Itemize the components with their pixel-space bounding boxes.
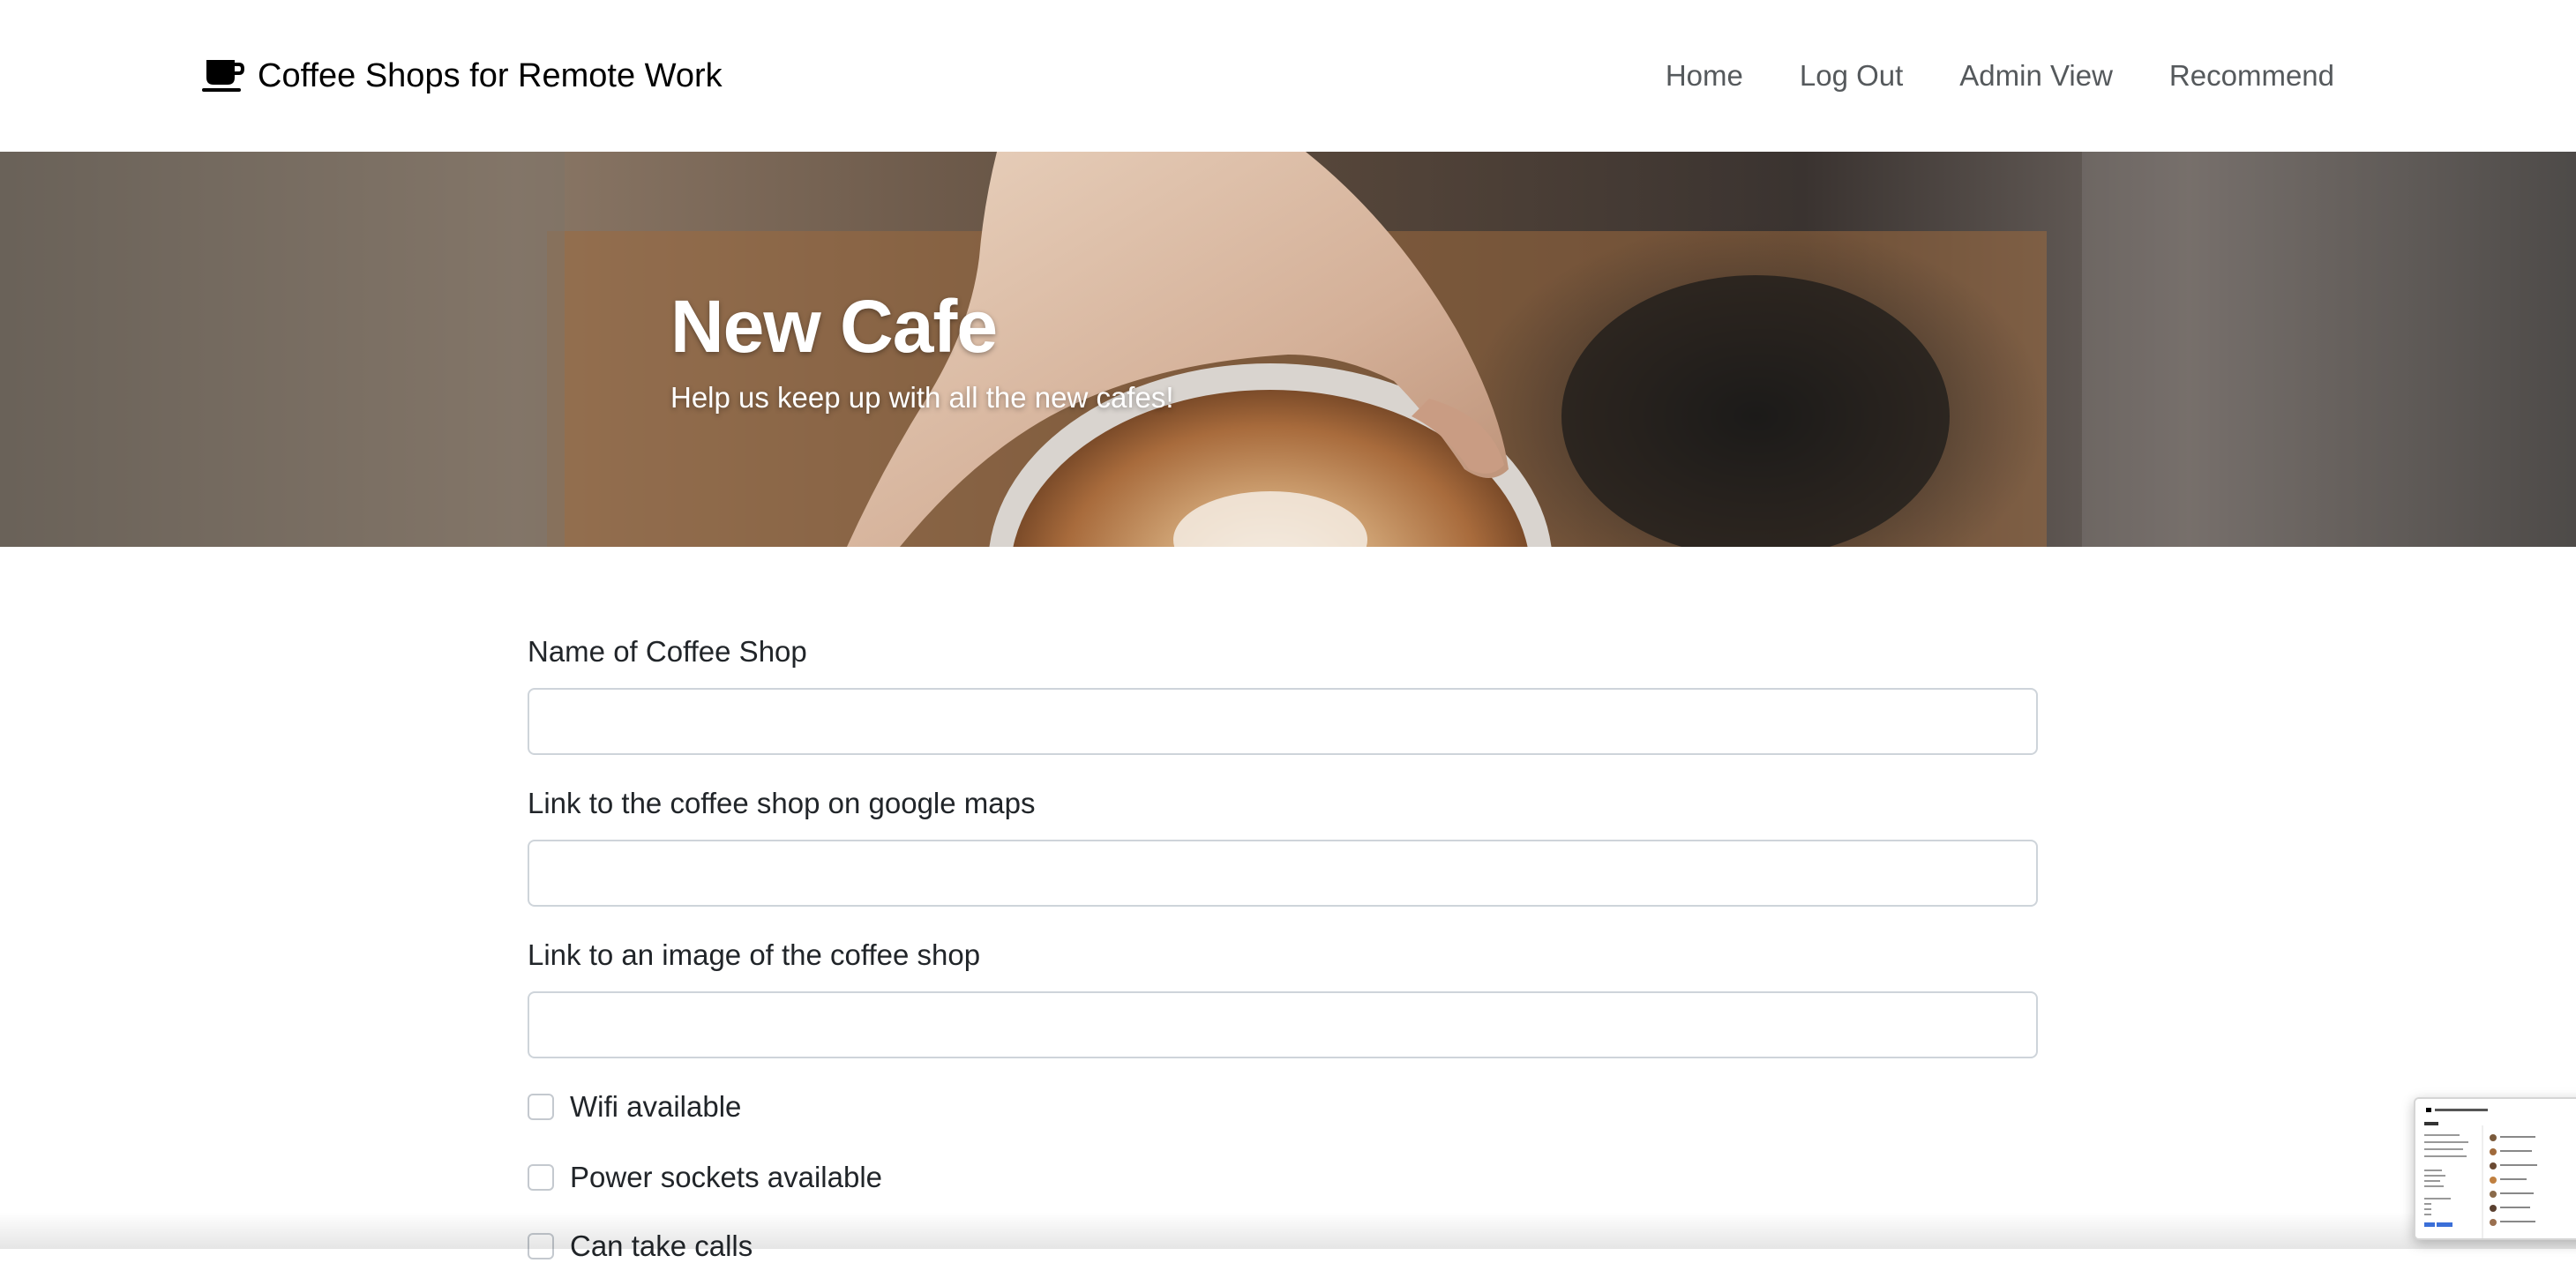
bottom-shadow xyxy=(0,1212,2576,1249)
brand-link[interactable]: Coffee Shops for Remote Work xyxy=(201,48,723,104)
sockets-checkbox-label: Power sockets available xyxy=(570,1161,883,1193)
nav-links: Home Log Out Admin View Recommend xyxy=(1666,48,2334,104)
nav-home-link[interactable]: Home xyxy=(1666,59,1743,93)
hero-banner: New Cafe Help us keep up with all the ne… xyxy=(0,152,2576,547)
wifi-checkbox-label: Wifi available xyxy=(570,1090,742,1123)
thumbnail-image xyxy=(2415,1099,2576,1238)
calls-checkbox[interactable] xyxy=(528,1233,554,1259)
nav-admin-view-link[interactable]: Admin View xyxy=(1959,59,2113,93)
page-subtitle: Help us keep up with all the new cafes! xyxy=(670,381,1174,414)
hero-background-image xyxy=(0,152,2576,547)
map-url-input[interactable] xyxy=(528,840,2038,907)
brand-title: Coffee Shops for Remote Work xyxy=(258,56,723,94)
navbar: Coffee Shops for Remote Work Home Log Ou… xyxy=(0,0,2576,152)
screenshot-thumbnail-preview[interactable] xyxy=(2414,1097,2576,1240)
wifi-checkbox[interactable] xyxy=(528,1094,554,1120)
cafe-name-label: Name of Coffee Shop xyxy=(528,635,807,668)
nav-logout-link[interactable]: Log Out xyxy=(1800,59,1903,93)
img-url-label: Link to an image of the coffee shop xyxy=(528,938,981,971)
nav-recommend-link[interactable]: Recommend xyxy=(2169,59,2334,93)
map-url-label: Link to the coffee shop on google maps xyxy=(528,787,1036,819)
calls-checkbox-label: Can take calls xyxy=(570,1229,753,1262)
cafe-name-input[interactable] xyxy=(528,688,2038,755)
img-url-input[interactable] xyxy=(528,991,2038,1058)
page-title: New Cafe xyxy=(670,285,998,368)
calls-checkbox-row[interactable]: Can take calls xyxy=(528,1229,753,1263)
sockets-checkbox-row[interactable]: Power sockets available xyxy=(528,1161,882,1194)
wifi-checkbox-row[interactable]: Wifi available xyxy=(528,1090,741,1124)
coffee-cup-icon xyxy=(202,60,244,92)
sockets-checkbox[interactable] xyxy=(528,1164,554,1191)
